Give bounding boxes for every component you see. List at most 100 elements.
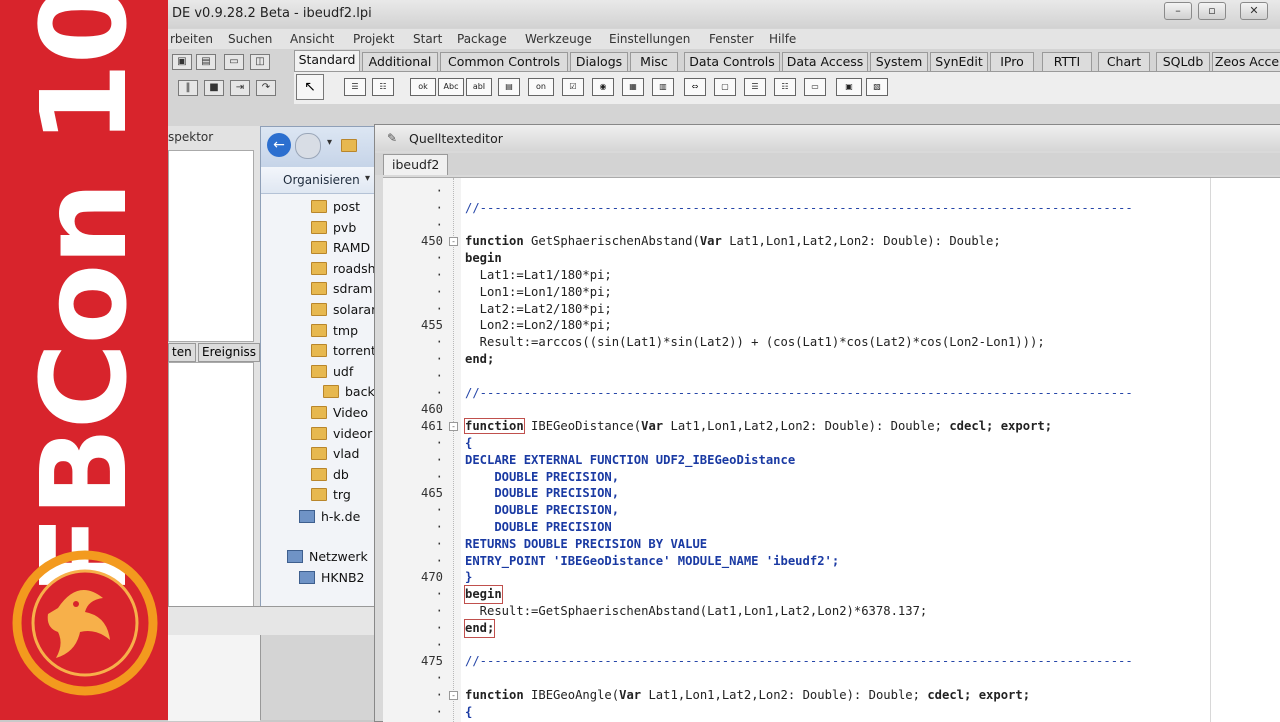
menu-edit[interactable]: rbeiten <box>170 32 213 46</box>
groupbox-component-icon[interactable]: ▢ <box>714 78 736 96</box>
stop-icon[interactable]: ■ <box>204 80 224 96</box>
folder-item[interactable]: videor <box>261 424 385 444</box>
code-line[interactable]: 465 DOUBLE PRECISION, <box>383 485 1280 502</box>
code-line[interactable]: · <box>383 217 1280 234</box>
tab-ipro[interactable]: IPro <box>990 52 1034 71</box>
tab-common-controls[interactable]: Common Controls <box>440 52 568 71</box>
mainmenu-component-icon[interactable]: ☰ <box>344 78 366 96</box>
code-line[interactable]: · Lat1:=Lat1/180*pi; <box>383 267 1280 284</box>
tab-system[interactable]: System <box>870 52 928 71</box>
select-pointer-icon[interactable]: ↖ <box>296 74 324 100</box>
code-line[interactable]: · //-------------------------------------… <box>383 200 1280 217</box>
menu-help[interactable]: Hilfe <box>769 32 796 46</box>
actionlist-component-icon[interactable]: ▧ <box>866 78 888 96</box>
tab-properties[interactable]: ten <box>168 343 196 362</box>
toggle-form-icon[interactable]: ◫ <box>250 54 270 70</box>
code-line[interactable]: · begin <box>383 250 1280 267</box>
tab-data-controls[interactable]: Data Controls <box>684 52 780 71</box>
menu-run[interactable]: Start <box>413 32 442 46</box>
step-over-icon[interactable]: ↷ <box>256 80 276 96</box>
tab-sqldb[interactable]: SQLdb <box>1156 52 1210 71</box>
radiogroup-component-icon[interactable]: ☰ <box>744 78 766 96</box>
fold-toggle-icon[interactable]: - <box>449 237 458 247</box>
listbox-component-icon[interactable]: ▦ <box>622 78 644 96</box>
radiobutton-component-icon[interactable]: ◉ <box>592 78 614 96</box>
code-line[interactable]: · - function IBEGeoAngle(Var Lat1,Lon1,Lat… <box>383 687 1280 704</box>
forward-arrow-icon[interactable] <box>295 133 321 159</box>
code-line[interactable]: · <box>383 637 1280 654</box>
code-line[interactable]: · DOUBLE PRECISION <box>383 519 1280 536</box>
tab-zeos-access[interactable]: Zeos Acce <box>1212 52 1280 71</box>
code-line[interactable]: 470} <box>383 569 1280 586</box>
code-line[interactable]: · Result:=GetSphaerischenAbstand(Lat1,Lo… <box>383 603 1280 620</box>
code-line[interactable]: 455 Lon2:=Lon2/180*pi; <box>383 317 1280 334</box>
folder-item[interactable]: Video <box>261 403 385 423</box>
network-item[interactable]: h-k.de <box>261 507 385 527</box>
folder-item[interactable]: roadsh <box>261 259 385 279</box>
tab-data-access[interactable]: Data Access <box>782 52 868 71</box>
code-line[interactable]: · Lat2:=Lat2/180*pi; <box>383 301 1280 318</box>
code-line[interactable]: ·{ <box>383 704 1280 721</box>
fold-toggle-icon[interactable]: - <box>449 691 458 700</box>
tab-additional[interactable]: Additional <box>362 52 438 71</box>
history-dropdown-icon[interactable]: ▾ <box>327 137 332 148</box>
close-icon[interactable]: ✕ <box>1240 2 1268 20</box>
frame-component-icon[interactable]: ▣ <box>836 78 862 96</box>
fold-toggle-icon[interactable]: - <box>449 422 458 432</box>
menu-tools[interactable]: Werkzeuge <box>525 32 592 46</box>
code-editor[interactable]: · · //------------------------------------… <box>383 177 1280 722</box>
folder-item[interactable]: post <box>261 197 385 217</box>
code-line[interactable]: · <box>383 368 1280 385</box>
folder-item[interactable]: torrent <box>261 341 385 361</box>
folder-item[interactable]: solarar <box>261 300 385 320</box>
folder-item[interactable]: back <box>261 382 385 402</box>
code-line[interactable]: 461- function IBEGeoDistance(Var Lat1,Lon… <box>383 418 1280 435</box>
pause-icon[interactable]: ‖ <box>178 80 198 96</box>
folder-item[interactable]: udf <box>261 362 385 382</box>
code-line[interactable]: · RETURNS DOUBLE PRECISION BY VALUE <box>383 536 1280 553</box>
menu-window[interactable]: Fenster <box>709 32 754 46</box>
button-component-icon[interactable]: ok <box>410 78 436 96</box>
folder-item[interactable]: pvb <box>261 218 385 238</box>
minimize-icon[interactable]: – <box>1164 2 1192 20</box>
scrollbar-component-icon[interactable]: ⇔ <box>684 78 706 96</box>
code-line[interactable]: · ENTRY_POINT 'IBEGeoDistance' MODULE_NAM… <box>383 553 1280 570</box>
tab-ibeudf2[interactable]: ibeudf2 <box>383 154 449 175</box>
code-line[interactable]: · DOUBLE PRECISION, <box>383 502 1280 519</box>
save-icon[interactable]: ▣ <box>172 54 192 70</box>
menu-package[interactable]: Package <box>457 32 507 46</box>
tab-synedit[interactable]: SynEdit <box>930 52 988 71</box>
network-item[interactable]: Netzwerk <box>261 547 385 567</box>
folder-item[interactable]: RAMD <box>261 238 385 258</box>
property-grid[interactable] <box>168 362 254 614</box>
code-line[interactable]: ·{ <box>383 435 1280 452</box>
code-line[interactable]: 475 //-----------------------------------… <box>383 653 1280 670</box>
menu-project[interactable]: Projekt <box>353 32 394 46</box>
code-line[interactable]: · //-------------------------------------… <box>383 385 1280 402</box>
component-tree[interactable] <box>168 150 254 342</box>
code-line[interactable]: · DECLARE EXTERNAL FUNCTION UDF2_IBEGeoDi… <box>383 452 1280 469</box>
menu-settings[interactable]: Einstellungen <box>609 32 690 46</box>
new-form-icon[interactable]: ▭ <box>224 54 244 70</box>
code-line[interactable]: · Result:=arccos((sin(Lat1)*sin(Lat2)) +… <box>383 334 1280 351</box>
memo-component-icon[interactable]: ▤ <box>498 78 520 96</box>
back-arrow-icon[interactable]: ← <box>267 133 291 157</box>
tab-chart[interactable]: Chart <box>1098 52 1150 71</box>
menu-view[interactable]: Ansicht <box>290 32 334 46</box>
step-into-icon[interactable]: ⇥ <box>230 80 250 96</box>
code-line[interactable]: · begin <box>383 585 1280 605</box>
code-line[interactable]: 450- function GetSphaerischenAbstand(Var … <box>383 233 1280 250</box>
code-line[interactable]: · DOUBLE PRECISION, <box>383 469 1280 486</box>
tab-events[interactable]: Ereigniss <box>198 343 261 362</box>
folder-item[interactable]: tmp <box>261 321 385 341</box>
label-component-icon[interactable]: Abc <box>438 78 464 96</box>
code-line[interactable]: 460 <box>383 401 1280 418</box>
tab-rtti[interactable]: RTTI <box>1042 52 1092 71</box>
panel-component-icon[interactable]: ▭ <box>804 78 826 96</box>
network-item[interactable]: HKNB2 <box>261 568 385 588</box>
code-line[interactable]: · end; <box>383 618 1280 638</box>
checkgroup-component-icon[interactable]: ☷ <box>774 78 796 96</box>
menu-search[interactable]: Suchen <box>228 32 272 46</box>
folder-item[interactable]: db <box>261 465 385 485</box>
organize-dropdown-icon[interactable]: ▾ <box>365 173 370 184</box>
